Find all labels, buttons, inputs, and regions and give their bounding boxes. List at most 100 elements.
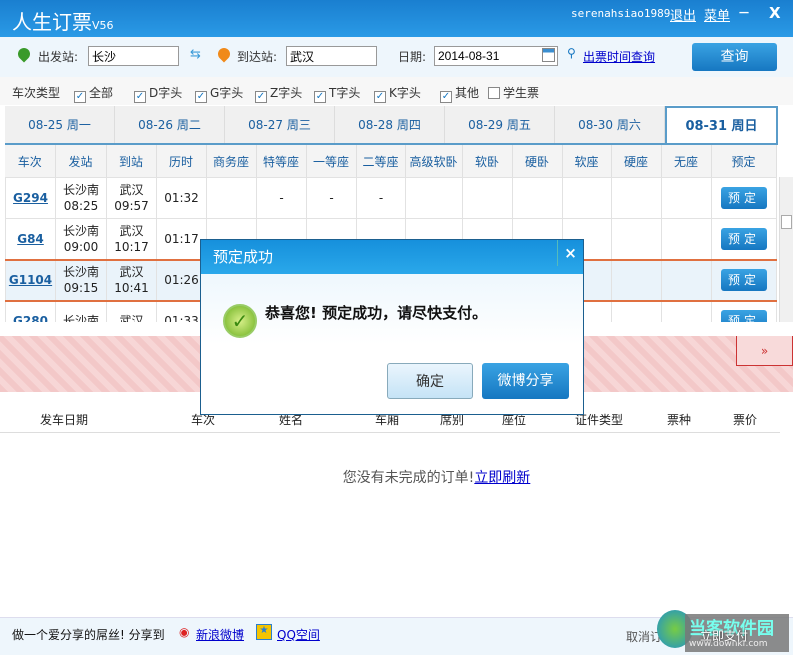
date-tab[interactable]: 08-31 周日 xyxy=(665,106,778,143)
order-column-header: 发车日期 xyxy=(40,413,89,427)
checkbox-icon[interactable]: ✓ xyxy=(195,91,207,103)
collapse-chevron-icon[interactable]: » xyxy=(736,336,793,366)
train-no-link[interactable]: G280 xyxy=(13,314,48,322)
train-no-cell: G294 xyxy=(5,177,56,219)
book-button[interactable]: 预定 xyxy=(721,269,767,291)
column-header: 硬座 xyxy=(611,145,662,177)
station-cell: 长沙南 09:00 xyxy=(55,218,107,260)
book-button[interactable]: 预定 xyxy=(721,187,767,209)
station-cell: 武汉 xyxy=(106,300,157,322)
pay-button[interactable]: 立即支付 xyxy=(700,627,748,644)
checkbox-icon[interactable]: ✓ xyxy=(314,91,326,103)
column-header: 发站 xyxy=(55,145,107,177)
qzone-share-link[interactable]: QQ空间 xyxy=(277,626,320,643)
train-table-header: 车次 发站 到站 历时 商务座 特等座 一等座 二等座 高级软卧 软卧 硬卧 软座 硬座 无座 预定 xyxy=(5,145,777,177)
from-station-input[interactable] xyxy=(88,46,179,66)
book-button[interactable]: 预定 xyxy=(721,227,767,250)
station-time: 08:25 xyxy=(63,199,99,213)
filter-checkbox[interactable]: ✓ G字头 xyxy=(195,84,243,103)
location-pin-icon xyxy=(215,45,233,63)
date-tab[interactable]: 08-25 周一 xyxy=(5,106,115,143)
dialog-weibo-share-button[interactable]: 微博分享 xyxy=(482,363,569,399)
seat-cell xyxy=(462,177,513,219)
date-tab[interactable]: 08-28 周四 xyxy=(335,106,445,143)
station-cell: 长沙南 09:15 xyxy=(55,258,107,302)
filter-checkbox[interactable]: 学生票 xyxy=(488,84,539,101)
checkbox-icon[interactable] xyxy=(488,87,500,99)
filter-checkbox[interactable]: ✓ 其他 xyxy=(440,84,479,103)
column-header: 到站 xyxy=(106,145,157,177)
station-time: 10:17 xyxy=(114,239,149,254)
title-bar: 人生订票V56 serenahsiao1989 退出 菜单 － X xyxy=(0,0,793,37)
seat-cell xyxy=(661,258,712,302)
date-tab[interactable]: 08-27 周三 xyxy=(225,106,335,143)
train-no-link[interactable]: G84 xyxy=(17,232,44,246)
seat-cell: - xyxy=(356,177,406,219)
menu-link[interactable]: 菜单 xyxy=(704,5,730,24)
table-row[interactable]: G294 长沙南 08:25 武汉 09:57 01:32- - - 预定 xyxy=(5,177,777,219)
checkbox-icon[interactable]: ✓ xyxy=(440,91,452,103)
refresh-link[interactable]: 立即刷新 xyxy=(474,470,530,486)
station-name: 武汉 xyxy=(119,183,144,197)
filter-checkbox[interactable]: ✓ D字头 xyxy=(134,84,182,103)
seat-cell xyxy=(206,177,257,219)
calendar-icon[interactable] xyxy=(542,48,555,62)
train-type-filters: 车次类型 ✓ 全部 ✓ D字头 ✓ G字头 ✓ Z字头 ✓ T字头 ✓ K字头 ✓ 其他 学生票 xyxy=(0,77,793,105)
app-title: 人生订票V56 xyxy=(12,6,114,35)
swap-icon[interactable]: ⇆ xyxy=(190,47,201,62)
filter-label: K字头 xyxy=(389,86,421,100)
date-tab[interactable]: 08-30 周六 xyxy=(555,106,665,143)
train-no-cell: G84 xyxy=(5,218,56,260)
filter-label: 其他 xyxy=(455,86,480,100)
filter-checkbox[interactable]: ✓ Z字头 xyxy=(255,84,302,103)
seat-cell xyxy=(661,300,712,322)
column-header: 高级软卧 xyxy=(405,145,463,177)
filter-label: 学生票 xyxy=(503,86,540,100)
station-time: 09:57 xyxy=(114,199,149,213)
book-cell: 预定 xyxy=(711,177,777,219)
date-tab[interactable]: 08-26 周二 xyxy=(115,106,225,143)
date-input[interactable] xyxy=(434,46,558,66)
filter-checkbox[interactable]: ✓ 全部 xyxy=(74,84,113,103)
checkbox-icon[interactable]: ✓ xyxy=(74,91,86,103)
filter-label: 全部 xyxy=(89,86,114,100)
order-column-header: 票价 xyxy=(733,413,758,427)
qzone-icon: ★ xyxy=(256,624,272,640)
seat-cell xyxy=(405,177,463,219)
query-button[interactable]: 查询 xyxy=(692,43,777,71)
from-label: 出发站: xyxy=(38,50,79,64)
close-button[interactable]: X xyxy=(769,4,781,22)
minimize-button[interactable]: － xyxy=(738,4,750,21)
column-header: 商务座 xyxy=(206,145,257,177)
date-tab[interactable]: 08-29 周五 xyxy=(445,106,555,143)
date-tabs: 08-25 周一 08-26 周二 08-27 周三 08-28 周四 08-29 周五… xyxy=(5,106,778,145)
train-no-cell: G1104 xyxy=(5,258,56,302)
orders-empty-message: 您没有未完成的订单!立即刷新 xyxy=(0,467,793,487)
dialog-ok-button[interactable]: 确定 xyxy=(387,363,473,399)
train-no-link[interactable]: G1104 xyxy=(9,273,52,287)
seat-cell xyxy=(611,218,662,260)
book-cell: 预定 xyxy=(711,300,777,322)
station-time: 09:00 xyxy=(63,239,99,254)
book-button[interactable]: 预定 xyxy=(721,310,767,322)
checkbox-icon[interactable]: ✓ xyxy=(134,91,146,103)
filter-checkbox[interactable]: ✓ T字头 xyxy=(314,84,360,103)
checkbox-icon[interactable]: ✓ xyxy=(374,91,386,103)
duration-cell: 01:26 xyxy=(156,258,207,302)
date-label: 日期: xyxy=(398,50,427,64)
filter-label: G字头 xyxy=(210,86,244,100)
column-header: 二等座 xyxy=(356,145,406,177)
seat-cell xyxy=(611,300,662,322)
dialog-message: 恭喜您! 预定成功，请尽快支付。 xyxy=(265,304,488,322)
ticket-time-query-link[interactable]: 出票时间查询 xyxy=(583,48,655,65)
duration-cell: 01:17 xyxy=(156,218,207,260)
weibo-share-link[interactable]: 新浪微博 xyxy=(196,626,244,643)
scrollbar[interactable] xyxy=(779,177,793,322)
checkbox-icon[interactable]: ✓ xyxy=(255,91,267,103)
to-station-input[interactable] xyxy=(286,46,377,66)
dialog-close-button[interactable]: × xyxy=(557,240,583,266)
seat-cell xyxy=(562,177,612,219)
train-no-link[interactable]: G294 xyxy=(13,191,48,205)
logout-link[interactable]: 退出 xyxy=(670,5,696,24)
filter-checkbox[interactable]: ✓ K字头 xyxy=(374,84,421,103)
